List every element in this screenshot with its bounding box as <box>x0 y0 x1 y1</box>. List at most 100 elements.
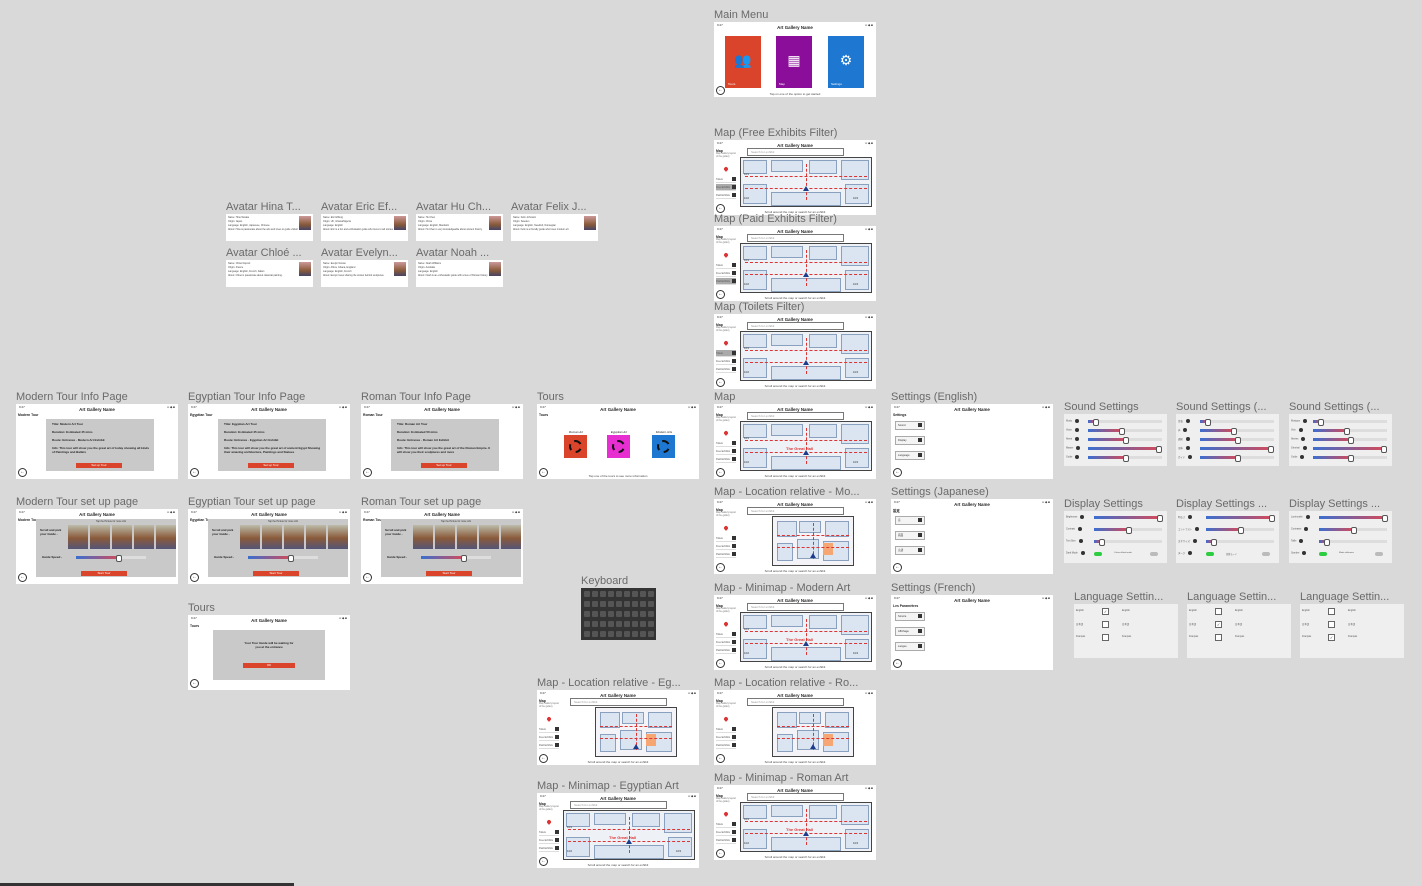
map-room[interactable] <box>809 615 837 629</box>
filter-toilets[interactable]: Toilets <box>716 821 736 828</box>
filter-paid-exhibits[interactable]: Paid Exhibits <box>539 742 559 749</box>
filter-paid-exhibits[interactable]: Paid Exhibits <box>716 742 736 749</box>
frame-title[interactable]: Modern Tour Info Page <box>16 391 178 403</box>
frame-title[interactable]: Display Settings <box>1064 498 1167 510</box>
display-slider[interactable] <box>1094 527 1162 534</box>
frame-title[interactable]: Map (Toilets Filter) <box>714 301 876 313</box>
language-checkbox[interactable] <box>1215 608 1222 615</box>
frame-title[interactable]: Language Settin... <box>1187 591 1291 603</box>
keyboard-key[interactable] <box>632 611 638 617</box>
volume-slider[interactable] <box>1313 419 1387 426</box>
guide-portrait[interactable] <box>457 525 477 549</box>
search-input[interactable]: Search for exhibit <box>570 698 667 706</box>
avatar-card[interactable]: Name: Chloé Dupont Origin: France Language… <box>226 260 313 287</box>
guide-portrait[interactable] <box>413 525 433 549</box>
volume-slider[interactable] <box>1313 437 1387 444</box>
language-checkbox[interactable] <box>1102 621 1109 628</box>
filter-free-exhibits[interactable]: Free Exhibits <box>716 448 736 455</box>
filter-toilets[interactable]: Toilets <box>716 262 736 269</box>
map-room[interactable] <box>668 837 692 857</box>
set-up-tour-button[interactable]: Set up Tour <box>421 463 467 468</box>
frame-title[interactable]: Avatar Hu Ch... <box>416 201 503 213</box>
gallery-map[interactable] <box>595 707 677 757</box>
keyboard-key[interactable] <box>616 631 622 637</box>
settings-button[interactable]: 画面 <box>895 531 925 540</box>
avatar-card[interactable]: Name: Felix Johnston Origin: Sweden Langua… <box>511 214 598 241</box>
map-room[interactable] <box>845 184 869 204</box>
map-room[interactable] <box>809 424 837 438</box>
map-room[interactable] <box>809 160 837 174</box>
guide-portrait[interactable] <box>435 525 455 549</box>
keyboard-key[interactable] <box>600 611 606 617</box>
settings-button[interactable]: 言語 <box>895 546 925 555</box>
frame-title[interactable]: Keyboard <box>581 575 656 587</box>
filter-toilets[interactable]: Toilets <box>716 350 736 357</box>
gallery-map[interactable]: 101 102 103 <box>740 243 872 293</box>
frame-title[interactable]: Avatar Evelyn... <box>321 247 408 259</box>
map-room[interactable] <box>664 813 692 833</box>
slider-knob[interactable] <box>1093 419 1100 426</box>
search-input[interactable]: Search for exhibit <box>747 603 844 611</box>
back-icon[interactable]: ← <box>363 573 372 582</box>
search-input[interactable]: Search for exhibit <box>747 698 844 706</box>
frame-title[interactable]: Map (Paid Exhibits Filter) <box>714 213 876 225</box>
guide-portrait[interactable] <box>240 525 260 549</box>
tour-tile[interactable] <box>607 435 630 458</box>
volume-slider[interactable] <box>1088 419 1162 426</box>
display-slider[interactable] <box>1206 539 1274 546</box>
dark-mode-toggle[interactable] <box>1319 552 1327 556</box>
display-slider[interactable] <box>1319 527 1387 534</box>
filter-paid-exhibits[interactable]: Paid Exhibits <box>716 192 736 199</box>
slider-knob[interactable] <box>1344 428 1351 435</box>
filter-toilets[interactable]: Toilets <box>716 535 736 542</box>
keyboard-key[interactable] <box>584 621 590 627</box>
map-room[interactable] <box>632 813 660 827</box>
frame-title[interactable]: Sound Settings (... <box>1176 401 1279 413</box>
map-room[interactable] <box>743 829 767 849</box>
frame-title[interactable]: Main Menu <box>714 9 876 21</box>
frame-title[interactable]: Map (Free Exhibits Filter) <box>714 127 876 139</box>
language-checkbox[interactable] <box>1102 634 1109 641</box>
filter-toilets[interactable]: Toilets <box>716 726 736 733</box>
guide-portrait[interactable] <box>306 525 326 549</box>
keyboard-key[interactable] <box>632 601 638 607</box>
avatar-card[interactable]: Name: Hu Chen Origin: China Language: Engl… <box>416 214 503 241</box>
guide-speed-slider[interactable] <box>248 555 318 562</box>
keyboard-key[interactable] <box>592 601 598 607</box>
slider-knob[interactable] <box>1126 527 1132 534</box>
volume-slider[interactable] <box>1313 446 1388 453</box>
keyboard-key[interactable] <box>616 621 622 627</box>
guide-portrait[interactable] <box>112 525 132 549</box>
map-room[interactable] <box>809 246 837 260</box>
search-input[interactable]: Search for exhibit <box>747 148 844 156</box>
avatar-card[interactable]: Name: Evelyn Nwosu Origin: Africa, Ghana,… <box>321 260 408 287</box>
avatar-card[interactable]: Name: Eric Effiong Origin: UK, Ghana/Nige… <box>321 214 408 241</box>
colour-blind-toggle[interactable] <box>1375 552 1383 556</box>
frame-title[interactable]: Egyptian Tour set up page <box>188 496 350 508</box>
map-room[interactable] <box>622 712 644 724</box>
map-room[interactable] <box>841 424 869 444</box>
start-tour-button[interactable]: Start Tour <box>426 571 472 576</box>
filter-toilets[interactable]: Toilets <box>716 176 736 183</box>
guide-portrait[interactable] <box>284 525 304 549</box>
colour-blind-toggle[interactable] <box>1150 552 1158 556</box>
frame-title[interactable]: Sound Settings <box>1064 401 1167 413</box>
map-room[interactable] <box>809 334 837 348</box>
keyboard-key[interactable] <box>624 601 630 607</box>
keyboard-key[interactable] <box>616 611 622 617</box>
keyboard-key[interactable] <box>648 631 654 637</box>
keyboard-key[interactable] <box>616 591 622 597</box>
map-room[interactable] <box>600 734 616 752</box>
search-input[interactable]: Search for exhibit <box>570 801 667 809</box>
map-room[interactable] <box>841 160 869 180</box>
dark-mode-toggle[interactable] <box>1206 552 1214 556</box>
settings-button[interactable]: Language <box>895 451 925 460</box>
keyboard-key[interactable] <box>648 591 654 597</box>
slider-knob[interactable] <box>1123 455 1129 462</box>
slider-knob[interactable] <box>1123 437 1129 444</box>
guide-portrait[interactable] <box>156 525 176 549</box>
filter-paid-exhibits[interactable]: Paid Exhibits <box>716 551 736 558</box>
settings-button[interactable]: Display <box>895 436 925 445</box>
map-room[interactable] <box>845 448 869 468</box>
frame-title[interactable]: Map <box>714 391 876 403</box>
